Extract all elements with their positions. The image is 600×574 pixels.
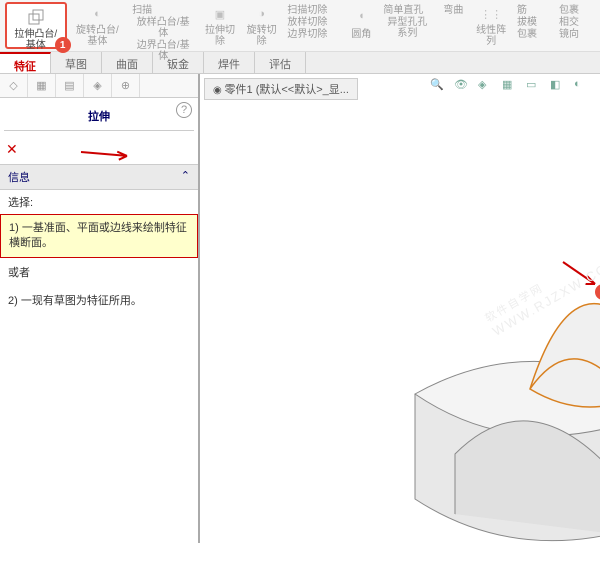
option-1-highlighted[interactable]: 1) 一基准面、平面或边线来绘制特征横断面。 bbox=[0, 214, 198, 258]
extrude-label: 拉伸凸台/基体 bbox=[11, 29, 61, 51]
extrude-cut-button[interactable]: ▣拉伸切除 bbox=[200, 2, 240, 49]
fillet-button[interactable]: ◖圆角 bbox=[345, 2, 377, 49]
main-area: ◇ ▦ ▤ ◈ ⊕ 拉伸 ? ✕ 信息 ⌃ 选择: 1) 一基准面、平面或边线来… bbox=[0, 74, 600, 543]
panel-tab-more[interactable]: ⊕ bbox=[112, 74, 140, 97]
panel-tab-pm[interactable]: ▦ bbox=[28, 74, 56, 97]
tab-sketch[interactable]: 草图 bbox=[51, 52, 102, 73]
annotation-arrow-2 bbox=[555, 254, 600, 304]
zoom-icon[interactable]: 🔍 bbox=[430, 78, 448, 96]
feat-group[interactable]: 筋拔模包裹 bbox=[513, 2, 553, 49]
draft-button[interactable]: 弯曲 bbox=[437, 2, 469, 49]
view-toolbar: 🔍 👁 ◈ ▦ ▭ ◧ ◐ bbox=[430, 78, 592, 96]
panel-tabs: ◇ ▦ ▤ ◈ ⊕ bbox=[0, 74, 198, 98]
tab-features[interactable]: 特征 bbox=[0, 52, 51, 73]
panel-tab-dim[interactable]: ◈ bbox=[84, 74, 112, 97]
graphics-viewport[interactable]: ◉ 零件1 (默认<<默认>_显... 🔍 👁 ◈ ▦ ▭ ◧ ◐ bbox=[200, 74, 600, 543]
extrude-boss-button[interactable]: 拉伸凸台/基体 1 bbox=[5, 2, 67, 49]
orient-icon[interactable]: ◈ bbox=[478, 78, 496, 96]
panel-tab-fm[interactable]: ◇ bbox=[0, 74, 28, 97]
revolve-icon: ◐ bbox=[85, 4, 109, 24]
ribbon-toolbar: 拉伸凸台/基体 1 ◐旋转凸台/基体 扫描放样凸台/基体边界凸台/基体 ▣拉伸切… bbox=[0, 0, 600, 52]
select-label: 选择: bbox=[0, 190, 198, 214]
tab-evaluate[interactable]: 评估 bbox=[255, 52, 306, 73]
extrude-icon bbox=[24, 6, 48, 28]
property-panel: ◇ ▦ ▤ ◈ ⊕ 拉伸 ? ✕ 信息 ⌃ 选择: 1) 一基准面、平面或边线来… bbox=[0, 74, 200, 543]
tab-weldment[interactable]: 焊件 bbox=[204, 52, 255, 73]
lpattern-button[interactable]: ⋮⋮线性阵列 bbox=[471, 2, 511, 49]
chevron-up-icon: ⌃ bbox=[181, 169, 190, 185]
help-button[interactable]: ? bbox=[176, 102, 192, 118]
section-icon[interactable]: ◧ bbox=[550, 78, 568, 96]
feat-group2[interactable]: 包裹相交镜向 bbox=[555, 2, 595, 49]
document-tab[interactable]: ◉ 零件1 (默认<<默认>_显... bbox=[204, 78, 358, 100]
revolve-cut-button[interactable]: ◑旋转切除 bbox=[242, 2, 282, 49]
sweep-group[interactable]: 扫描放样凸台/基体边界凸台/基体 bbox=[128, 2, 198, 49]
pattern-icon: ⋮⋮ bbox=[479, 4, 503, 24]
extrudecut-icon: ▣ bbox=[208, 4, 232, 24]
panel-tab-cfg[interactable]: ▤ bbox=[56, 74, 84, 97]
panel-header: 拉伸 ? bbox=[0, 98, 198, 135]
panel-title: 拉伸 bbox=[4, 102, 194, 131]
cube-icon[interactable]: ▦ bbox=[502, 78, 520, 96]
command-tabs: 特征 草图 曲面 钣金 焊件 评估 bbox=[0, 52, 600, 74]
or-label: 或者 bbox=[0, 258, 198, 286]
hole-group[interactable]: 简单直孔异型孔孔系列 bbox=[379, 2, 435, 49]
option-2[interactable]: 2) 一现有草图为特征所用。 bbox=[0, 286, 198, 314]
display-icon[interactable]: ▭ bbox=[526, 78, 544, 96]
view-icon[interactable]: 👁 bbox=[454, 78, 472, 96]
revolve-boss-button[interactable]: ◐旋转凸台/基体 bbox=[69, 2, 127, 49]
fillet-icon: ◖ bbox=[349, 4, 373, 28]
cut-group[interactable]: 扫描切除放样切除边界切除 bbox=[283, 2, 343, 49]
revolvecut-icon: ◑ bbox=[250, 4, 274, 24]
apply-icon[interactable]: ◐ bbox=[574, 78, 592, 96]
